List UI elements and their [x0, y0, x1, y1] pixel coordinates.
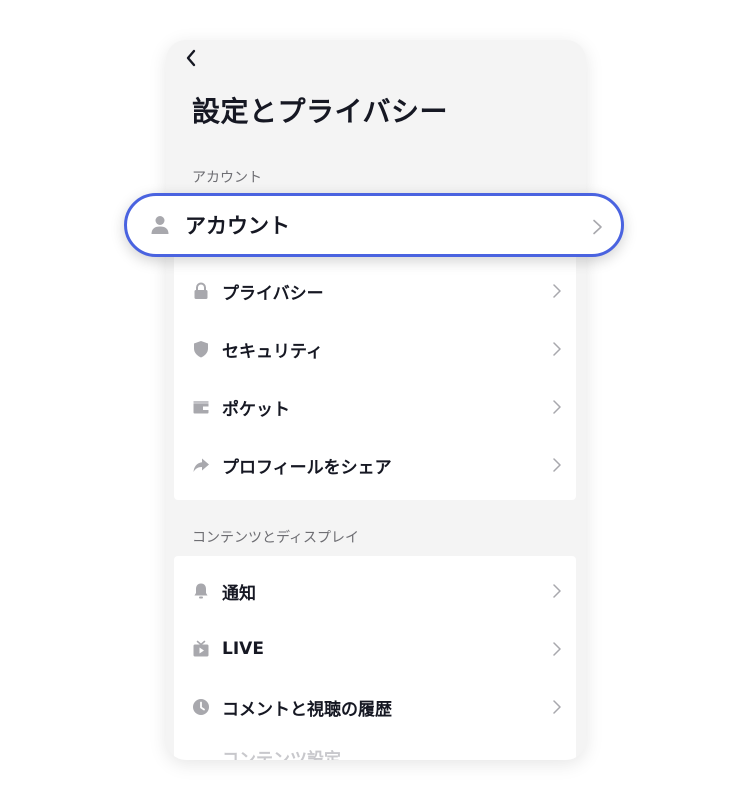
lock-icon [192, 282, 210, 300]
chevron-right-icon [553, 700, 561, 714]
wallet-icon [192, 398, 210, 416]
shield-icon [192, 340, 210, 358]
settings-item-label: 通知 [222, 583, 256, 604]
settings-item-privacy[interactable]: プライバシー [174, 262, 576, 320]
section-label-account: アカウント [192, 170, 262, 186]
settings-item-comment-watch-history[interactable]: コメントと視聴の履歴 [174, 678, 576, 736]
settings-item-security[interactable]: セキュリティ [174, 320, 576, 378]
settings-screen: 設定とプライバシー アカウント プライバシー セキュリティ ポケット プロフィー… [166, 40, 586, 760]
chevron-right-icon [553, 584, 561, 598]
settings-item-share-profile[interactable]: プロフィールをシェア [174, 436, 576, 494]
share-arrow-icon [192, 456, 210, 474]
settings-item-label: プロフィールをシェア [222, 457, 392, 478]
chevron-right-icon [553, 400, 561, 414]
chevron-right-icon [553, 458, 561, 472]
chevron-right-icon [553, 642, 561, 656]
chevron-right-icon [553, 284, 561, 298]
page-title: 設定とプライバシー [192, 95, 448, 128]
person-icon [149, 214, 171, 236]
content-display-group: 通知 LIVE コメントと視聴の履歴 [174, 556, 576, 760]
live-tv-icon [192, 640, 210, 658]
settings-item-live[interactable]: LIVE [174, 620, 576, 678]
back-button[interactable] [180, 46, 204, 70]
settings-item-label: セキュリティ [222, 341, 323, 362]
settings-item-label: アカウント [185, 214, 290, 238]
settings-item-label: ポケット [222, 399, 290, 420]
settings-item-content-settings[interactable]: コンテンツ設定 [222, 748, 341, 760]
section-label-content-display: コンテンツとディスプレイ [192, 530, 360, 546]
clock-icon [192, 698, 210, 716]
settings-item-label: プライバシー [222, 283, 324, 304]
chevron-left-icon [186, 49, 196, 67]
settings-item-account[interactable]: アカウント [124, 193, 624, 257]
settings-item-pocket[interactable]: ポケット [174, 378, 576, 436]
account-settings-group: プライバシー セキュリティ ポケット プロフィールをシェア [174, 248, 576, 500]
settings-item-label: LIVE [222, 639, 264, 659]
chevron-right-icon [553, 342, 561, 356]
chevron-right-icon [593, 219, 602, 235]
settings-item-label: コメントと視聴の履歴 [222, 699, 392, 720]
bell-icon [192, 582, 210, 600]
settings-item-notifications[interactable]: 通知 [174, 562, 576, 620]
